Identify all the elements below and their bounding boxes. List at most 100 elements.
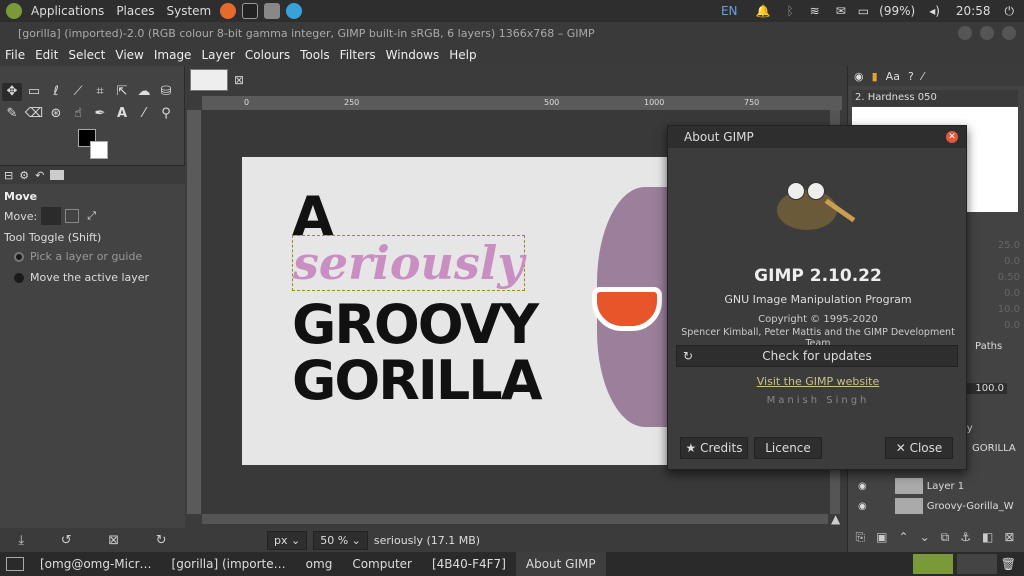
eraser-tool-icon[interactable]: ⌫ <box>24 105 44 123</box>
taskbar-item[interactable]: [omg@omg-Micr… <box>30 552 162 576</box>
show-desktop-icon[interactable] <box>6 557 24 571</box>
applications-menu[interactable]: Applications <box>25 4 110 18</box>
maximize-button[interactable] <box>980 26 994 40</box>
crop-tool-icon[interactable]: ⌗ <box>90 83 110 101</box>
pick-layer-radio[interactable] <box>14 251 24 262</box>
rect-select-tool-icon[interactable]: ▭ <box>24 83 44 101</box>
close-button[interactable]: ✕ Close <box>885 437 953 459</box>
menu-file[interactable]: File <box>0 48 30 62</box>
patterns-tab-icon[interactable]: ▮ <box>872 70 878 83</box>
device-status-tab-icon[interactable]: ⚙ <box>19 169 29 182</box>
menu-layer[interactable]: Layer <box>196 48 239 62</box>
warp-tool-icon[interactable]: ☁ <box>134 83 154 101</box>
path-tool-icon[interactable]: ✒ <box>90 105 110 123</box>
horizontal-scrollbar[interactable] <box>202 514 828 524</box>
taskbar-item-active[interactable]: About GIMP <box>515 552 606 576</box>
move-layer-mode-icon[interactable] <box>41 207 62 225</box>
brushes-tab-icon[interactable]: ◉ <box>854 70 864 83</box>
opacity-field[interactable]: 100.0 <box>965 383 1007 394</box>
brush-hardness-value[interactable]: 10.0 <box>975 302 1020 318</box>
zoom-tool-icon[interactable]: ⚲ <box>156 105 176 123</box>
mask-layer-icon[interactable]: ◧ <box>982 530 993 545</box>
paint-dynamics-tab-icon[interactable]: ⁄ <box>922 70 924 83</box>
window-close-button[interactable] <box>1002 26 1016 40</box>
duplicate-layer-icon[interactable]: ⧉ <box>941 530 950 545</box>
image-tab-close-icon[interactable]: ⊠ <box>234 73 244 87</box>
layer-visibility-icon[interactable]: ◉ <box>858 481 867 492</box>
clock[interactable]: 20:58 <box>948 4 999 18</box>
minimize-button[interactable] <box>958 26 972 40</box>
layer-row[interactable]: ◉ Layer 1 <box>852 476 1018 496</box>
menu-colours[interactable]: Colours <box>240 48 295 62</box>
screenshot-icon[interactable] <box>264 3 281 19</box>
move-selection-mode-icon[interactable] <box>65 209 80 223</box>
images-tab-icon[interactable] <box>50 170 65 180</box>
vertical-ruler[interactable] <box>187 110 201 514</box>
reset-options-icon[interactable]: ↻ <box>156 533 167 548</box>
check-updates-button[interactable]: ↻ Check for updates <box>676 345 958 367</box>
brush-spacing-value[interactable]: 0.0 <box>975 286 1020 302</box>
taskbar-item[interactable]: omg <box>296 552 343 576</box>
text-tool-icon[interactable]: A <box>112 105 132 123</box>
navigate-icon[interactable]: ▲ <box>831 512 840 526</box>
delete-options-icon[interactable]: ⊠ <box>108 533 119 548</box>
restore-options-icon[interactable]: ↺ <box>61 533 72 548</box>
transform-tool-icon[interactable]: ⇱ <box>112 83 132 101</box>
bluetooth-icon[interactable]: ᛒ <box>778 4 801 18</box>
workspace-switcher[interactable] <box>912 554 953 574</box>
keyboard-layout-indicator[interactable]: EN <box>711 4 748 18</box>
smudge-tool-icon[interactable]: ☝ <box>68 105 88 123</box>
menu-filters[interactable]: Filters <box>335 48 381 62</box>
telegram-icon[interactable] <box>286 3 303 19</box>
power-icon[interactable]: ⏻ <box>999 4 1024 19</box>
fonts-tab-icon[interactable]: Aa <box>886 70 900 83</box>
horizontal-ruler[interactable]: 0 250 500 750 1000 <box>202 96 842 110</box>
bell-icon[interactable]: 🔔 <box>748 4 779 18</box>
menu-view[interactable]: View <box>110 48 148 62</box>
ubuntu-logo-icon[interactable] <box>6 3 22 19</box>
move-tool-icon[interactable]: ✥ <box>2 83 22 101</box>
menu-help[interactable]: Help <box>444 48 481 62</box>
unit-select[interactable]: px ⌄ <box>267 530 308 550</box>
mail-icon[interactable]: ✉ <box>828 4 854 18</box>
menu-image[interactable]: Image <box>149 48 197 62</box>
brush-force-value[interactable]: 0.0 <box>975 318 1020 334</box>
zoom-select[interactable]: 50 % ⌄ <box>313 530 368 550</box>
credits-button[interactable]: ★ Credits <box>680 437 748 459</box>
undo-history-tab-icon[interactable]: ↶ <box>35 169 44 182</box>
bucket-tool-icon[interactable]: ⛁ <box>156 83 176 101</box>
brush-aspect-value[interactable]: 0.0 <box>975 254 1020 270</box>
tool-options-tab-icon[interactable]: ⊟ <box>4 169 13 182</box>
move-active-layer-radio[interactable] <box>14 272 24 283</box>
places-menu[interactable]: Places <box>110 4 160 18</box>
new-group-icon[interactable]: ▣ <box>876 530 887 545</box>
delete-layer-icon[interactable]: ⊠ <box>1004 530 1014 545</box>
clone-tool-icon[interactable]: ⊛ <box>46 105 66 123</box>
help-tab-icon[interactable]: ? <box>908 70 914 83</box>
move-path-mode-icon[interactable]: ⤢ <box>87 209 96 223</box>
raise-layer-icon[interactable]: ⌃ <box>898 530 908 545</box>
brush-size-value[interactable]: 25.0 <box>975 238 1020 254</box>
new-layer-icon[interactable]: ⎘ <box>856 530 866 545</box>
image-tab-thumbnail[interactable] <box>190 69 228 91</box>
system-menu[interactable]: System <box>160 4 217 18</box>
taskbar-item[interactable]: [4B40-F4F7] <box>422 552 516 576</box>
fuzzy-select-tool-icon[interactable]: ⟋ <box>68 83 88 101</box>
image-canvas[interactable]: A seriously GROOVY GORILLA <box>242 157 672 465</box>
visit-website-link[interactable]: Visit the GIMP website <box>668 375 968 388</box>
licence-button[interactable]: Licence <box>754 437 822 459</box>
color-picker-tool-icon[interactable]: ⁄ <box>134 105 154 123</box>
save-options-icon[interactable]: ⤓ <box>18 533 24 548</box>
brush-angle-value[interactable]: 0.50 <box>975 270 1020 286</box>
battery-icon[interactable]: ▭ <box>854 4 873 18</box>
taskbar-item[interactable]: [gorilla] (importe… <box>162 552 296 576</box>
trash-icon[interactable]: 🗑 <box>1001 557 1016 571</box>
about-dialog-close-icon[interactable]: ✕ <box>946 131 958 143</box>
terminal-icon[interactable] <box>242 3 259 19</box>
volume-icon[interactable]: ◂) <box>921 4 948 18</box>
menu-edit[interactable]: Edit <box>30 48 63 62</box>
lower-layer-icon[interactable]: ⌄ <box>920 530 930 545</box>
paintbrush-tool-icon[interactable]: ✎ <box>2 105 22 123</box>
background-color-swatch[interactable] <box>90 141 108 159</box>
menu-windows[interactable]: Windows <box>381 48 445 62</box>
